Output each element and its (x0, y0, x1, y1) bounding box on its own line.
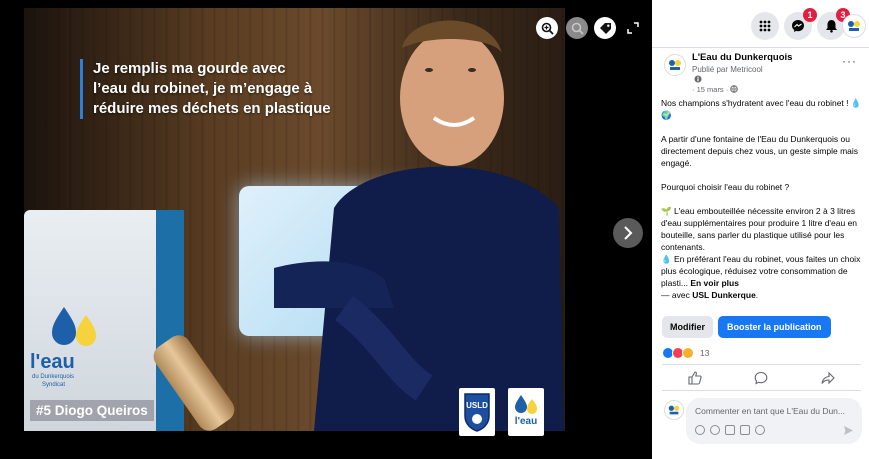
menu-button[interactable] (751, 12, 779, 40)
tagged-page-link[interactable]: USL Dunkerque (692, 290, 756, 300)
bell-icon (825, 20, 837, 33)
svg-text:USLD: USLD (466, 401, 488, 410)
eau-avatar-icon (668, 405, 680, 415)
emoji-icon[interactable] (710, 425, 720, 435)
messenger-icon (792, 20, 804, 32)
photo-viewer: l'eau du Dunkerquois Syndicat Je remplis… (0, 0, 652, 459)
see-more-link[interactable]: En voir plus (690, 278, 739, 288)
sticker-icon[interactable] (755, 425, 765, 435)
post-paragraph-3: Pourquoi choisir l'eau du robinet ? (661, 182, 790, 192)
grid-menu-icon (759, 20, 771, 32)
info-icon[interactable] (694, 75, 702, 83)
headline-line-3: réduire mes déchets en plastique (93, 100, 331, 117)
comment-placeholder: Commenter en tant que L'Eau du Dun... (695, 406, 845, 416)
reactions-summary[interactable]: 13 (662, 347, 709, 359)
chevron-right-icon (624, 226, 633, 240)
boost-post-button[interactable]: Booster la publication (718, 316, 831, 338)
header-divider (652, 47, 869, 48)
headline-line-1: Je remplis ma gourde avec (93, 60, 286, 77)
photo-headline: Je remplis ma gourde avec l’eau du robin… (80, 59, 331, 119)
fountain-logo-drops (52, 307, 96, 346)
modify-button[interactable]: Modifier (662, 316, 713, 338)
published-by: Publié par Metricool (692, 65, 763, 74)
like-icon[interactable] (688, 371, 702, 385)
fountain-logo-text: l'eau (30, 351, 75, 373)
svg-text:l'eau: l'eau (515, 416, 537, 427)
zoom-in-icon[interactable] (536, 17, 558, 39)
page-avatar[interactable] (664, 54, 686, 76)
actions-divider (662, 390, 861, 391)
messenger-button[interactable]: 1 (784, 8, 817, 40)
comment-tools (695, 425, 765, 435)
camera-icon[interactable] (725, 425, 735, 435)
post-paragraph-1: Nos champions s'hydratent avec l'eau du … (661, 98, 862, 120)
more-options-icon[interactable]: ··· (842, 54, 857, 68)
profile-avatar[interactable] (842, 14, 866, 38)
post-date[interactable]: 15 mars (697, 85, 724, 94)
eau-avatar-icon (848, 21, 860, 31)
post-point-1: 🌱 L'eau embouteillée nécessite environ 2… (661, 206, 858, 252)
post-panel: 1 3 L'Eau du Dunkerquois Publié par Metr… (652, 0, 869, 459)
comment-icon[interactable] (754, 371, 768, 385)
comment-input[interactable]: Commenter en tant que L'Eau du Dun... (686, 398, 862, 444)
page-name[interactable]: L'Eau du Dunkerquois (692, 52, 792, 63)
water-fountain: l'eau du Dunkerquois Syndicat (24, 210, 184, 431)
eau-brand-logo: l'eau (508, 388, 544, 436)
eau-avatar-icon (669, 60, 681, 70)
with-prefix: — avec (661, 290, 693, 300)
post-paragraph-2: A partir d'une fontaine de l'Eau du Dunk… (661, 134, 859, 168)
zoom-out-icon[interactable] (566, 17, 588, 39)
post-action-buttons: Modifier Booster la publication (662, 316, 831, 338)
globe-icon (730, 85, 739, 93)
share-icon[interactable] (821, 371, 835, 385)
messenger-count-badge: 1 (803, 8, 817, 22)
post-meta: · 15 mars · (692, 85, 739, 94)
player-name-badge: #5 Diogo Queiros (30, 400, 154, 421)
send-icon[interactable] (843, 425, 854, 436)
tag-icon[interactable] (594, 17, 616, 39)
usl-dunkerque-logo: USLD (459, 388, 495, 436)
commenter-avatar[interactable] (664, 400, 684, 420)
headline-line-2: l’eau du robinet, je m’engage à (93, 80, 313, 97)
fountain-logo-sub: du Dunkerquois (32, 374, 75, 380)
fountain-logo-sub2: Syndicat (42, 382, 66, 388)
post-body: Nos champions s'hydratent avec l'eau du … (661, 97, 863, 301)
fullscreen-icon[interactable] (622, 17, 644, 39)
notifications-button[interactable]: 3 (817, 8, 850, 40)
gif-icon[interactable] (740, 425, 750, 435)
reactions-divider (662, 364, 861, 365)
with-suffix: . (755, 290, 759, 300)
next-photo-button[interactable] (613, 218, 643, 248)
avatar-sticker-icon[interactable] (695, 425, 705, 435)
post-interaction-bar (662, 369, 861, 387)
reaction-count: 13 (700, 348, 710, 358)
haha-reaction-icon (682, 347, 694, 359)
